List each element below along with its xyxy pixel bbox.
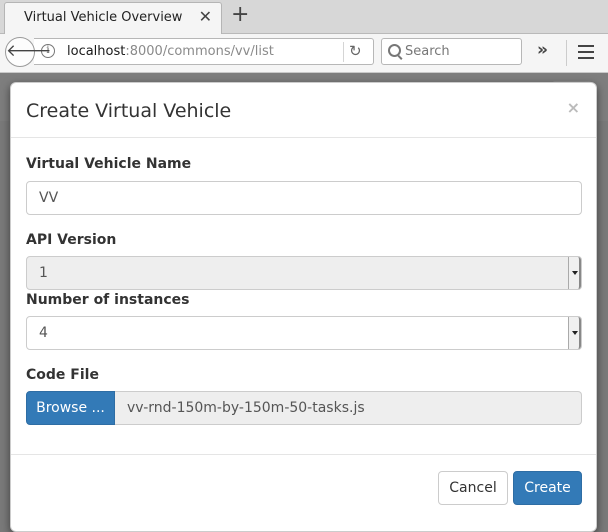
create-virtual-vehicle-modal: Create Virtual Vehicle × Virtual Vehicle… xyxy=(10,82,597,532)
api-version-value: 1 xyxy=(39,265,48,281)
api-version-label: API Version xyxy=(26,232,117,248)
address-bar-divider xyxy=(343,42,344,62)
create-button[interactable]: Create xyxy=(513,471,582,505)
url-text: localhost:8000/commons/vv/list xyxy=(67,44,274,59)
search-input[interactable]: Search xyxy=(381,38,522,65)
api-version-select[interactable]: 1 xyxy=(26,256,582,290)
dropdown-arrow-icon[interactable] xyxy=(568,257,581,289)
close-icon[interactable]: × xyxy=(567,98,580,117)
navigation-bar: i localhost:8000/commons/vv/list ↻ 🡐 Sea… xyxy=(0,34,608,73)
hamburger-menu-icon[interactable] xyxy=(578,45,594,59)
url-path: :8000/commons/vv/list xyxy=(125,44,274,59)
overflow-chevrons-icon[interactable]: » xyxy=(537,40,548,60)
code-file-label: Code File xyxy=(26,367,99,383)
tab-close-icon[interactable]: ✕ xyxy=(199,9,212,25)
back-arrow-icon: 🡐 xyxy=(6,41,52,61)
cancel-button[interactable]: Cancel xyxy=(438,471,508,505)
browser-tab[interactable]: Virtual Vehicle Overview ✕ xyxy=(4,2,222,34)
address-bar[interactable]: i localhost:8000/commons/vv/list ↻ xyxy=(34,38,374,65)
search-placeholder: Search xyxy=(405,44,450,59)
file-name-value: vv-rnd-150m-by-150m-50-tasks.js xyxy=(127,400,365,416)
footer-divider xyxy=(11,454,596,455)
browse-button[interactable]: Browse ... xyxy=(26,391,115,425)
modal-title: Create Virtual Vehicle xyxy=(26,100,232,122)
instances-label: Number of instances xyxy=(26,292,190,308)
tab-title: Virtual Vehicle Overview xyxy=(24,10,183,25)
reload-icon[interactable]: ↻ xyxy=(349,42,362,60)
name-label: Virtual Vehicle Name xyxy=(26,156,192,172)
back-button[interactable]: 🡐 xyxy=(5,37,52,67)
header-divider xyxy=(11,137,596,138)
toolbar-divider xyxy=(566,40,567,66)
url-host: localhost xyxy=(67,44,126,59)
tab-bar: Virtual Vehicle Overview ✕ + xyxy=(0,0,608,34)
dropdown-arrow-icon[interactable] xyxy=(568,317,581,349)
instances-value: 4 xyxy=(39,325,48,341)
new-tab-icon[interactable]: + xyxy=(231,4,249,26)
file-name-field[interactable]: vv-rnd-150m-by-150m-50-tasks.js xyxy=(115,391,582,425)
name-input-value: VV xyxy=(39,190,59,206)
search-icon xyxy=(388,44,401,57)
name-input[interactable]: VV xyxy=(26,181,582,215)
instances-select[interactable]: 4 xyxy=(26,316,582,350)
